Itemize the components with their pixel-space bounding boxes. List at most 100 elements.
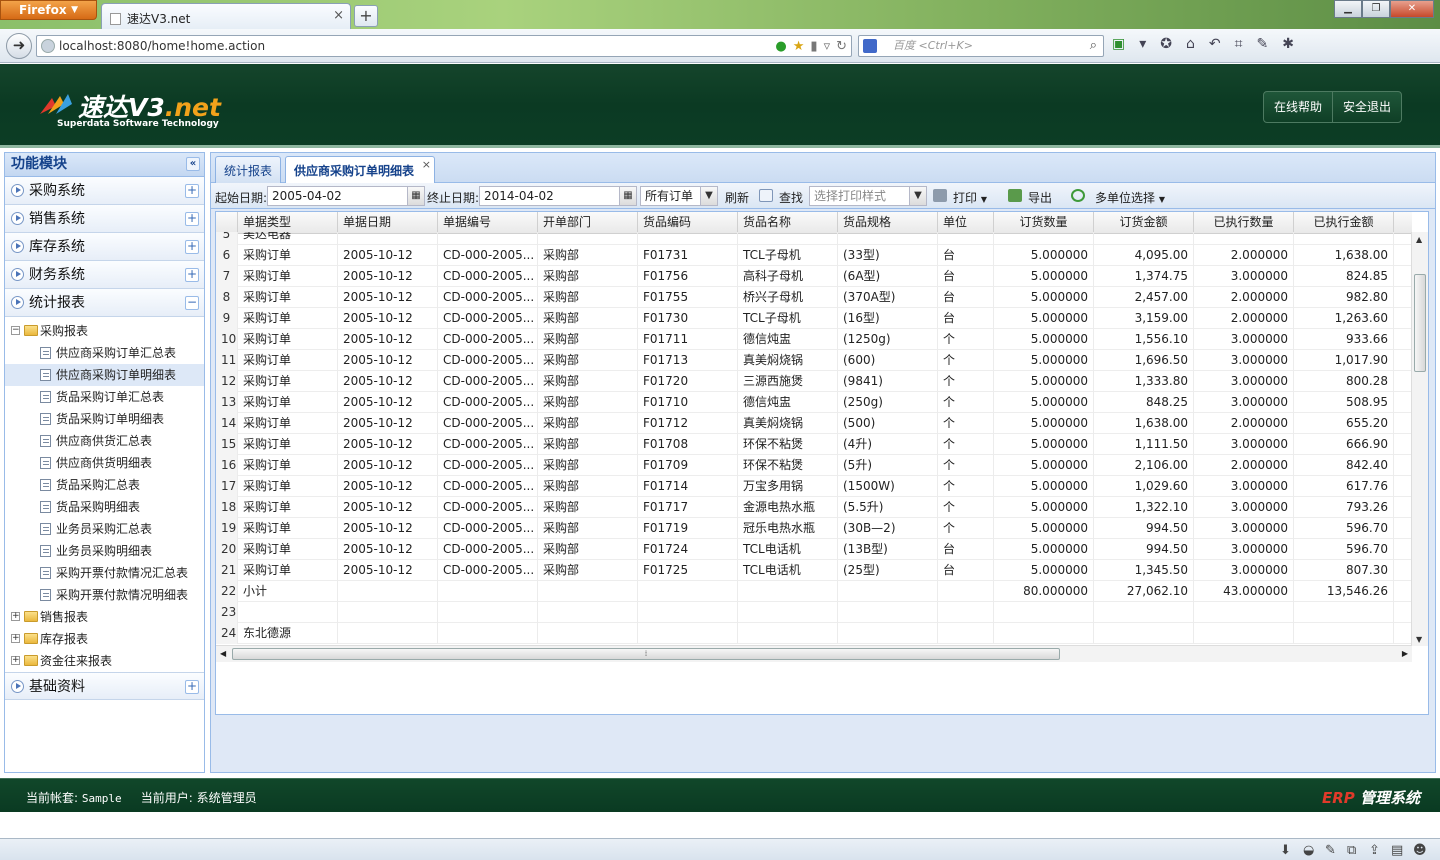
scroll-right-icon[interactable]: ▶ xyxy=(1402,649,1408,658)
browser-tab[interactable]: 速达V3.net × xyxy=(101,3,351,29)
tree-expand-icon[interactable]: + xyxy=(11,612,20,621)
scroll-thumb[interactable] xyxy=(1414,274,1426,372)
tree-item-report[interactable]: 供应商供货明细表 xyxy=(5,452,204,474)
scroll-left-icon[interactable]: ◀ xyxy=(220,649,226,658)
column-header[interactable]: 货品编码 xyxy=(638,212,738,234)
table-row[interactable]: 5 美达电器 xyxy=(216,232,1412,245)
table-row[interactable]: 14 采购订单 2005-10-12 CD-000-2005... 采购部 F01712 真… xyxy=(216,413,1412,434)
menu-dropdown-icon[interactable]: ▾ xyxy=(1139,36,1146,52)
search-engine-icon[interactable] xyxy=(863,39,877,53)
print-style-select[interactable]: 选择打印样式 ▼ xyxy=(809,186,927,206)
table-row[interactable]: 13 采购订单 2005-10-12 CD-000-2005... 采购部 F01710 德… xyxy=(216,392,1412,413)
table-row[interactable]: 17 采购订单 2005-10-12 CD-000-2005... 采购部 F01714 万… xyxy=(216,476,1412,497)
column-header[interactable]: 订货数量 xyxy=(994,212,1094,234)
table-row[interactable]: 8 采购订单 2005-10-12 CD-000-2005... 采购部 F01755 桥兴… xyxy=(216,287,1412,308)
order-filter-select[interactable]: 所有订单 ▼ xyxy=(640,186,718,206)
sidebar-module-finance[interactable]: 财务系统 + xyxy=(5,261,204,289)
table-row[interactable]: 22 小计 80.000000 27,062.10 43.000000 13,546.26 xyxy=(216,581,1412,602)
table-row[interactable]: 16 采购订单 2005-10-12 CD-000-2005... 采购部 F01709 环… xyxy=(216,455,1412,476)
multi-unit-button[interactable]: 多单位选择 ▼ xyxy=(1095,189,1165,206)
end-date-field[interactable]: 2014-04-02 ▦ xyxy=(479,186,637,206)
tree-folder[interactable]: + 资金往来报表 xyxy=(5,650,204,672)
tree-expand-icon[interactable]: + xyxy=(11,634,20,643)
tree-item-report[interactable]: 货品采购明细表 xyxy=(5,496,204,518)
reload-icon[interactable]: ↻ xyxy=(836,37,847,57)
column-header[interactable]: 单据日期 xyxy=(338,212,438,234)
logout-button[interactable]: 安全退出 xyxy=(1332,92,1401,122)
table-row[interactable]: 18 采购订单 2005-10-12 CD-000-2005... 采购部 F01717 金… xyxy=(216,497,1412,518)
scroll-thumb[interactable]: ⁞ xyxy=(232,648,1060,660)
back-button[interactable]: ➜ xyxy=(6,33,32,59)
collapse-minus-icon[interactable]: − xyxy=(185,296,199,310)
sidebar-module-basic-data[interactable]: 基础资料 + xyxy=(5,672,204,700)
column-header[interactable]: 单据编号 xyxy=(438,212,538,234)
scroll-down-icon[interactable]: ▼ xyxy=(1416,635,1422,644)
url-bar[interactable]: localhost:8080/home!home.action ● ★ ▮ ▿ … xyxy=(36,35,852,57)
column-header[interactable]: 货品名称 xyxy=(738,212,838,234)
undo-icon[interactable]: ↶ xyxy=(1209,36,1221,52)
search-icon[interactable]: ⌕ xyxy=(1090,36,1097,56)
refresh-button[interactable]: 刷新 xyxy=(725,189,749,206)
tree-collapse-icon[interactable]: − xyxy=(11,326,20,335)
tree-folder-purchase-reports[interactable]: − 采购报表 xyxy=(5,320,204,342)
download-icon[interactable]: ⬇ xyxy=(1280,843,1291,858)
tree-item-report[interactable]: 采购开票付款情况汇总表 xyxy=(5,562,204,584)
window-icon[interactable]: ⧉ xyxy=(1347,843,1356,858)
tool-icon[interactable]: ✎ xyxy=(1325,843,1336,858)
tree-item-report[interactable]: 供应商采购订单明细表 xyxy=(5,364,204,386)
column-header[interactable]: 订货金额 xyxy=(1094,212,1194,234)
scroll-up-icon[interactable]: ▲ xyxy=(1416,235,1422,244)
share-icon[interactable]: ⇪ xyxy=(1369,843,1380,858)
window-close-button[interactable]: ✕ xyxy=(1390,0,1434,18)
go-icon[interactable]: ● xyxy=(775,37,786,57)
expand-icon[interactable]: + xyxy=(185,680,199,694)
maximize-button[interactable]: ❐ xyxy=(1362,0,1390,18)
table-row[interactable]: 19 采购订单 2005-10-12 CD-000-2005... 采购部 F01719 冠… xyxy=(216,518,1412,539)
expand-icon[interactable]: + xyxy=(185,184,199,198)
chat-icon[interactable]: ✎ xyxy=(1257,36,1269,52)
calendar-icon[interactable]: ▦ xyxy=(619,187,636,205)
tree-expand-icon[interactable]: + xyxy=(11,656,20,665)
column-header[interactable]: 单据类型 xyxy=(238,212,338,234)
tab-statistics[interactable]: 统计报表 xyxy=(215,156,282,183)
mask-icon[interactable]: ◒ xyxy=(1303,843,1314,858)
minimize-button[interactable]: ▁ xyxy=(1334,0,1362,18)
new-tab-button[interactable]: + xyxy=(354,5,378,27)
chevron-down-icon[interactable]: ▼ xyxy=(909,187,926,205)
mobile-icon[interactable]: ▮ xyxy=(810,37,817,57)
tree-item-report[interactable]: 业务员采购明细表 xyxy=(5,540,204,562)
table-row[interactable]: 12 采购订单 2005-10-12 CD-000-2005... 采购部 F01720 三… xyxy=(216,371,1412,392)
sidebar-module-purchase[interactable]: 采购系统 + xyxy=(5,177,204,205)
expand-icon[interactable]: + xyxy=(185,212,199,226)
sidebar-module-inventory[interactable]: 库存系统 + xyxy=(5,233,204,261)
tree-item-report[interactable]: 供应商采购订单汇总表 xyxy=(5,342,204,364)
search-bar[interactable]: 百度 <Ctrl+K> ⌕ xyxy=(858,35,1104,57)
table-row[interactable]: 6 采购订单 2005-10-12 CD-000-2005... 采购部 F01731 TC… xyxy=(216,245,1412,266)
extension-icon[interactable]: ✱ xyxy=(1282,36,1294,52)
online-help-button[interactable]: 在线帮助 xyxy=(1264,92,1332,122)
addon-icon[interactable]: ▣ xyxy=(1112,36,1125,52)
chevron-down-icon[interactable]: ▼ xyxy=(700,187,717,205)
crop-icon[interactable]: ⌗ xyxy=(1235,36,1243,52)
user-icon[interactable]: ☻ xyxy=(1413,843,1427,858)
collapse-icon[interactable]: « xyxy=(186,157,200,171)
table-row[interactable]: 21 采购订单 2005-10-12 CD-000-2005... 采购部 F01725 T… xyxy=(216,560,1412,581)
dropdown-icon[interactable]: ▿ xyxy=(824,37,831,57)
table-row[interactable]: 15 采购订单 2005-10-12 CD-000-2005... 采购部 F01708 环… xyxy=(216,434,1412,455)
tree-item-report[interactable]: 货品采购订单明细表 xyxy=(5,408,204,430)
column-header[interactable]: 已执行金额 xyxy=(1294,212,1394,234)
table-row[interactable]: 20 采购订单 2005-10-12 CD-000-2005... 采购部 F01724 T… xyxy=(216,539,1412,560)
tree-item-report[interactable]: 货品采购订单汇总表 xyxy=(5,386,204,408)
sidebar-module-reports[interactable]: 统计报表 − xyxy=(5,289,204,317)
table-row[interactable]: 24 东北德源 xyxy=(216,623,1412,644)
tree-folder[interactable]: + 库存报表 xyxy=(5,628,204,650)
tab-supplier-order-detail[interactable]: 供应商采购订单明细表 × xyxy=(285,156,436,184)
expand-icon[interactable]: + xyxy=(185,240,199,254)
sidebar-module-sales[interactable]: 销售系统 + xyxy=(5,205,204,233)
table-row[interactable]: 23 xyxy=(216,602,1412,623)
print-button[interactable]: 打印 ▼ xyxy=(953,189,987,206)
horizontal-scrollbar[interactable]: ◀ ⁞ ▶ xyxy=(216,645,1412,662)
table-row[interactable]: 9 采购订单 2005-10-12 CD-000-2005... 采购部 F01730 TC… xyxy=(216,308,1412,329)
export-button[interactable]: 导出 xyxy=(1028,189,1052,206)
tree-item-report[interactable]: 货品采购汇总表 xyxy=(5,474,204,496)
